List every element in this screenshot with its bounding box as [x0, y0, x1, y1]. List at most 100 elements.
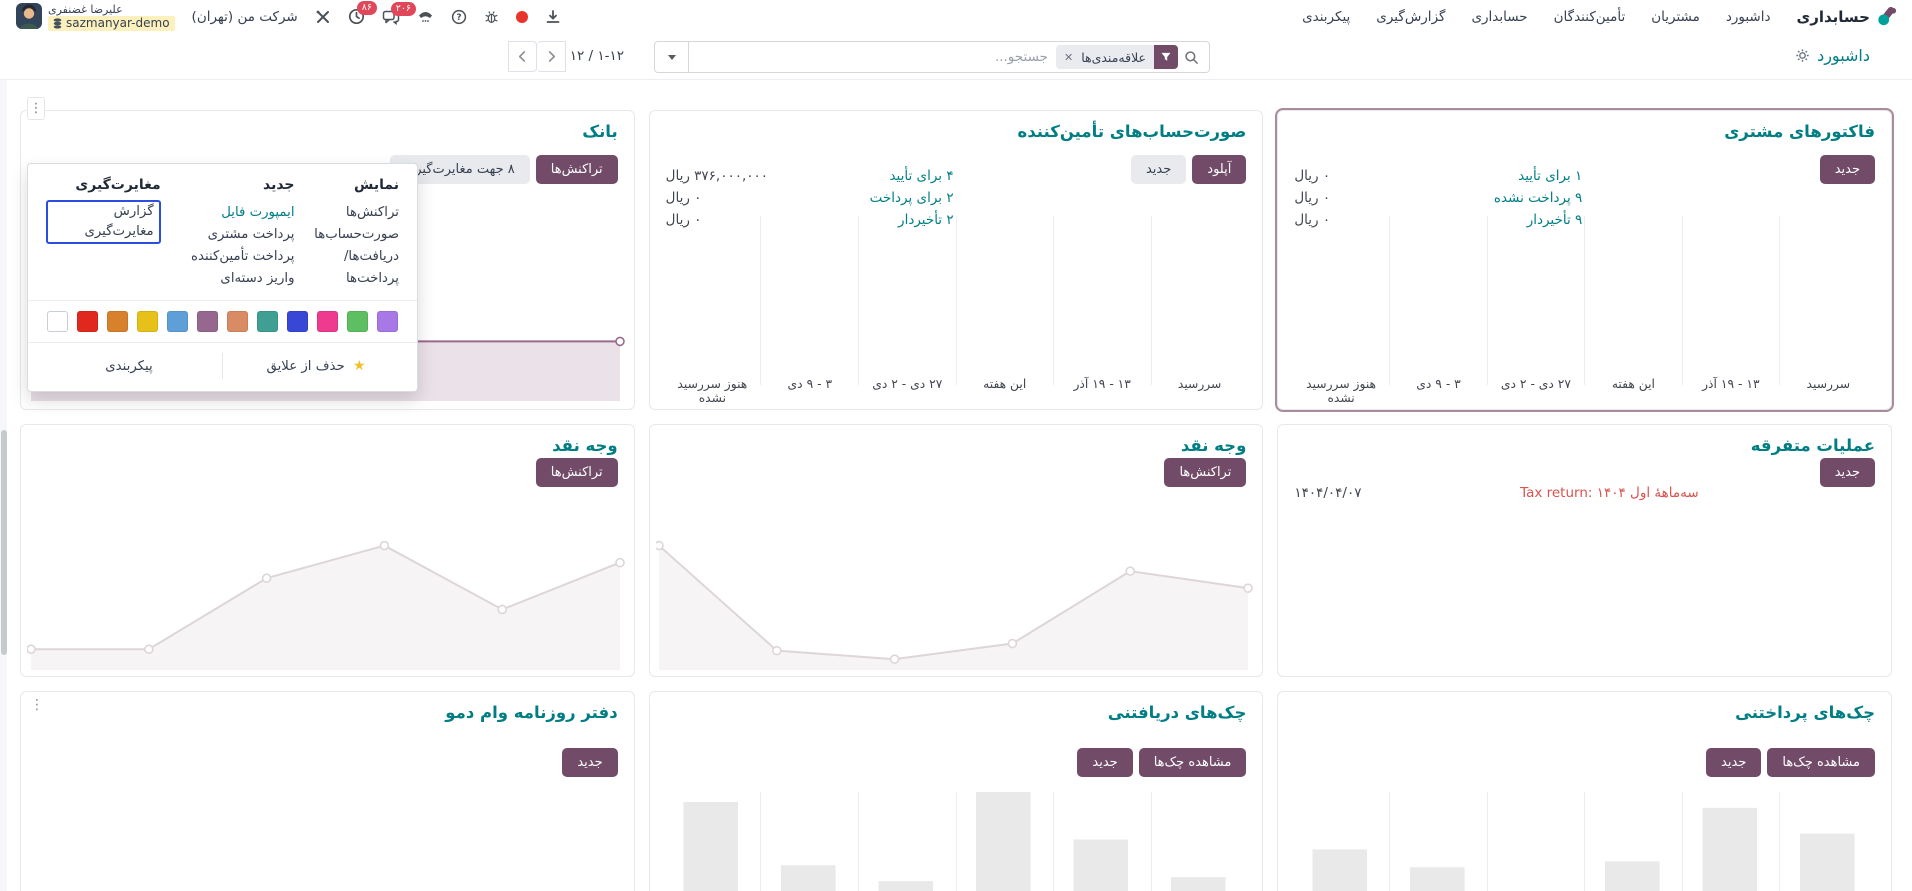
new-bill-button[interactable]: جدید — [1131, 155, 1186, 184]
user-menu[interactable]: علیرضا غضنفری sazmanyar-demo — [16, 3, 175, 31]
card-title-misc-operations[interactable]: عملیات متفرقه — [1278, 425, 1891, 455]
card-cash-left: وجه نقد تراکنش‌ها — [20, 424, 635, 677]
card-title-vendor-bills[interactable]: صورت‌حساب‌های تأمین‌کننده — [650, 111, 1263, 141]
app-name[interactable]: حسابداری — [1796, 8, 1870, 26]
pager-next-button[interactable] — [537, 41, 566, 72]
color-swatch[interactable] — [137, 311, 158, 332]
page-title[interactable]: داشبورد — [1817, 46, 1870, 65]
new-check-button[interactable]: جدید — [1077, 748, 1132, 777]
card-checks-payable: چک‌های پرداختنی مشاهده چک‌ها جدید — [1277, 691, 1892, 891]
pager-previous-button[interactable] — [508, 41, 537, 72]
card-title-checks-payable[interactable]: چک‌های پرداختنی — [1278, 692, 1891, 722]
menu-item-batch-deposit[interactable]: واریز دسته‌ای — [171, 268, 295, 290]
remove-favorite-item[interactable]: ★ حذف از علایق — [223, 358, 409, 374]
card-title-loan-journal[interactable]: دفتر روزنامه وام دمو — [21, 692, 634, 722]
color-swatch[interactable] — [287, 311, 308, 332]
nav-customers[interactable]: مشتریان — [1651, 9, 1700, 25]
nav-vendors[interactable]: تأمین‌کنندگان — [1554, 9, 1626, 25]
tools-icon[interactable] — [315, 9, 331, 25]
search-facet-favorites[interactable]: علاقه‌مندی‌ها ✕ — [1056, 45, 1178, 69]
color-swatch[interactable] — [77, 311, 98, 332]
menu-item-reconciliation-report[interactable]: گزارش مغایرت‌گیری — [46, 200, 161, 244]
new-entry-button[interactable]: جدید — [562, 748, 617, 777]
card-customer-invoices: فاکتورهای مشتری جدید ۱ برای تأیید ۰ ریال… — [1277, 110, 1892, 410]
configuration-item[interactable]: پیکربندی — [36, 359, 222, 374]
card-title-bank[interactable]: بانک — [21, 111, 634, 141]
to-validate-link[interactable]: ۱ برای تأیید — [1518, 168, 1582, 184]
search-bar[interactable]: علاقه‌مندی‌ها ✕ — [654, 41, 1210, 73]
view-checks-button[interactable]: مشاهده چک‌ها — [1139, 748, 1247, 777]
color-swatch[interactable] — [347, 311, 368, 332]
record-icon[interactable] — [516, 11, 528, 23]
nav-dashboard[interactable]: داشبورد — [1726, 9, 1771, 25]
menu-item-payments-receipts[interactable]: دریافت‌ها/ پرداخت‌ها — [305, 246, 399, 290]
menu-item-import-file[interactable]: ایمپورت فایل — [171, 202, 295, 224]
facet-remove-icon[interactable]: ✕ — [1056, 51, 1073, 64]
database-icon — [53, 18, 62, 29]
menu-item-customer-payment[interactable]: پرداخت مشتری — [171, 224, 295, 246]
app-brand[interactable]: حسابداری — [1796, 6, 1898, 27]
due-bucket-axis: سررسید۱۳ - ۱۹ آذراین هفته ۲۷ دی - ۲ دی۳ … — [1292, 377, 1877, 405]
bug-icon[interactable] — [484, 9, 499, 25]
unpaid-amount: ۰ ریال — [1294, 190, 1330, 206]
unpaid-link[interactable]: ۹ پرداخت نشده — [1494, 190, 1582, 206]
cash-transactions-button[interactable]: تراکنش‌ها — [1164, 458, 1246, 487]
pager-label: ۱۲ / ۱-۱۲ — [570, 48, 624, 64]
activities-icon[interactable]: ۸۶ — [348, 8, 365, 25]
kebab-menu-icon[interactable]: ⋮ — [27, 97, 45, 120]
card-title-cash[interactable]: وجه نقد — [650, 425, 1263, 455]
dropdown-new-header: جدید — [171, 177, 295, 193]
to-pay-link[interactable]: ۲ برای پرداخت — [870, 190, 954, 206]
to-validate-amount: ۰ ریال — [1294, 168, 1330, 184]
new-misc-entry-button[interactable]: جدید — [1820, 458, 1875, 487]
dropdown-view-header: نمایش — [305, 177, 399, 193]
color-swatch[interactable] — [107, 311, 128, 332]
search-input[interactable] — [689, 49, 1056, 65]
color-swatch[interactable] — [257, 311, 278, 332]
nav-configuration[interactable]: پیکربندی — [1302, 9, 1350, 25]
color-swatch[interactable] — [227, 311, 248, 332]
upload-bill-button[interactable]: آپلود — [1192, 155, 1246, 184]
cash-transactions-button[interactable]: تراکنش‌ها — [536, 458, 618, 487]
due-bucket-axis: سررسید۱۳ - ۱۹ آذراین هفته ۲۷ دی - ۲ دی۳ … — [664, 377, 1249, 405]
nav-accounting[interactable]: حسابداری — [1471, 9, 1527, 25]
to-validate-link[interactable]: ۴ برای تأیید — [889, 168, 953, 184]
page-scrollbar[interactable] — [0, 80, 7, 891]
footer-divider — [222, 353, 223, 379]
gear-icon[interactable] — [1795, 48, 1810, 63]
help-icon[interactable]: ? — [451, 9, 467, 25]
voip-phone-icon[interactable] — [417, 9, 434, 24]
card-title-cash[interactable]: وجه نقد — [21, 425, 634, 455]
new-invoice-button[interactable]: جدید — [1820, 155, 1875, 184]
card-checks-receivable: چک‌های دریافتنی مشاهده چک‌ها جدید — [649, 691, 1264, 891]
view-checks-button[interactable]: مشاهده چک‌ها — [1767, 748, 1875, 777]
card-cash-middle: وجه نقد تراکنش‌ها — [649, 424, 1264, 677]
menu-item-statements[interactable]: صورت‌حساب‌ها — [305, 224, 399, 246]
messages-icon[interactable]: ۲۰۶ — [382, 9, 400, 25]
color-swatch[interactable] — [47, 311, 68, 332]
color-swatch[interactable] — [317, 311, 338, 332]
figure-row: ۲ برای پرداخت ۰ ریال — [666, 187, 954, 209]
company-switcher[interactable]: شرکت من (تهران) — [192, 9, 298, 25]
scrollbar-thumb[interactable] — [1, 430, 7, 655]
color-swatch[interactable] — [167, 311, 188, 332]
search-dropdown-toggle[interactable] — [655, 42, 689, 72]
download-icon[interactable] — [545, 9, 561, 25]
accounting-app-icon — [1877, 6, 1898, 27]
menu-item-transactions[interactable]: تراکنش‌ها — [305, 202, 399, 224]
figure-row: ۱ برای تأیید ۰ ریال — [1294, 165, 1582, 187]
svg-text:?: ? — [456, 13, 461, 23]
bank-transactions-button[interactable]: تراکنش‌ها — [536, 155, 618, 184]
card-title-checks-receivable[interactable]: چک‌های دریافتنی — [650, 692, 1263, 722]
avatar[interactable] — [16, 3, 42, 29]
color-swatch[interactable] — [197, 311, 218, 332]
card-title-customer-invoices[interactable]: فاکتورهای مشتری — [1278, 111, 1891, 141]
tax-return-activity-link[interactable]: Tax return: سه‌ماهۀ اول ۱۴۰۴ — [1520, 485, 1699, 501]
new-check-button[interactable]: جدید — [1706, 748, 1761, 777]
color-swatch[interactable] — [377, 311, 398, 332]
nav-reporting[interactable]: گزارش‌گیری — [1376, 9, 1445, 25]
kebab-menu-icon[interactable]: ⋮ — [30, 697, 44, 713]
cash-balance-chart — [27, 510, 628, 670]
menu-item-vendor-payment[interactable]: پرداخت تأمین‌کننده — [171, 246, 295, 268]
due-bucket-grid — [664, 216, 1249, 385]
